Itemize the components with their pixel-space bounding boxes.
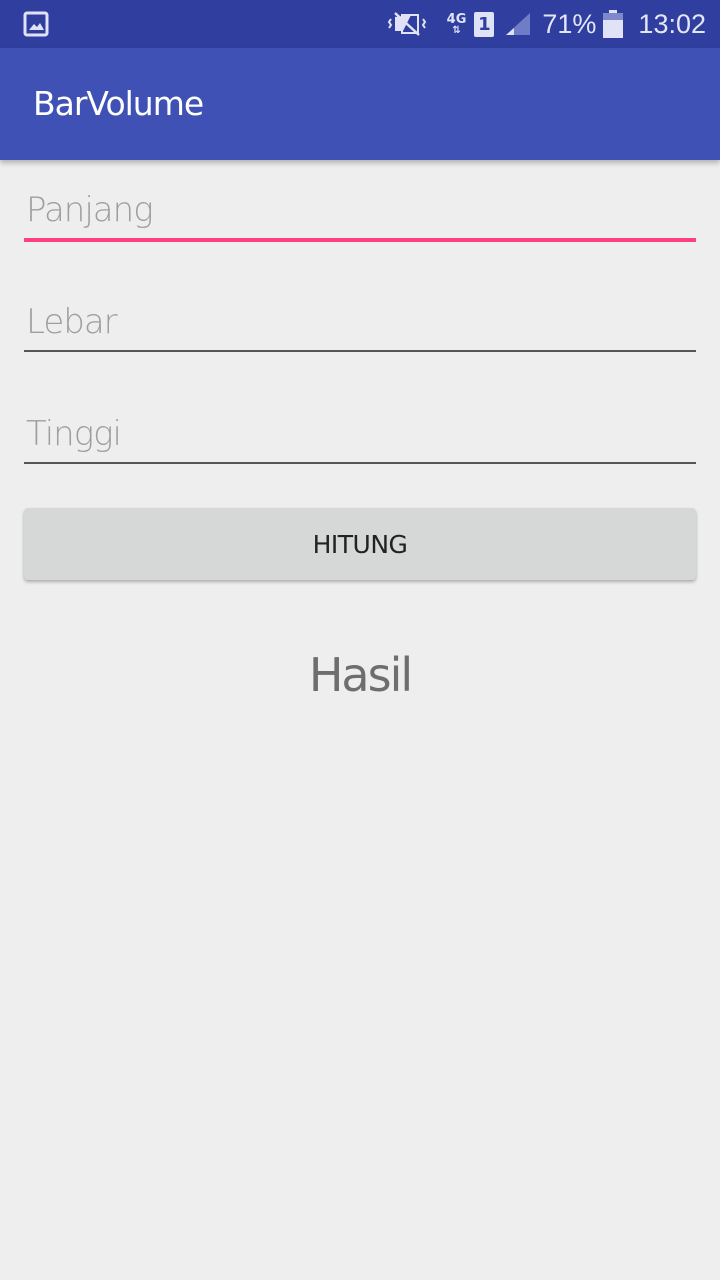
tinggi-underline	[24, 462, 696, 464]
vibrate-icon	[387, 12, 426, 36]
hitung-button[interactable]: HITUNG	[24, 508, 696, 580]
result-text: Hasil	[308, 648, 413, 702]
lebar-underline	[24, 350, 696, 352]
signal-icon	[506, 13, 531, 35]
network-4g-icon: 4G ⇅	[446, 11, 467, 36]
app-bar: BarVolume	[0, 48, 720, 160]
battery-percent: 71%	[542, 8, 597, 39]
status-bar: 4G ⇅ 1 71% 13:02	[0, 0, 720, 48]
sim-1-icon: 1	[474, 11, 495, 37]
battery-icon	[603, 10, 624, 38]
panjang-field	[24, 180, 696, 242]
app-title: BarVolume	[33, 84, 204, 123]
status-icons: 4G ⇅ 1 71% 13:02	[377, 0, 706, 48]
tinggi-input[interactable]	[24, 404, 696, 464]
status-time: 13:02	[638, 8, 706, 39]
panjang-input[interactable]	[24, 180, 696, 240]
lebar-field	[24, 292, 696, 352]
lebar-input[interactable]	[24, 292, 696, 352]
gallery-icon	[23, 11, 49, 37]
panjang-underline	[24, 238, 696, 242]
tinggi-field	[24, 404, 696, 464]
